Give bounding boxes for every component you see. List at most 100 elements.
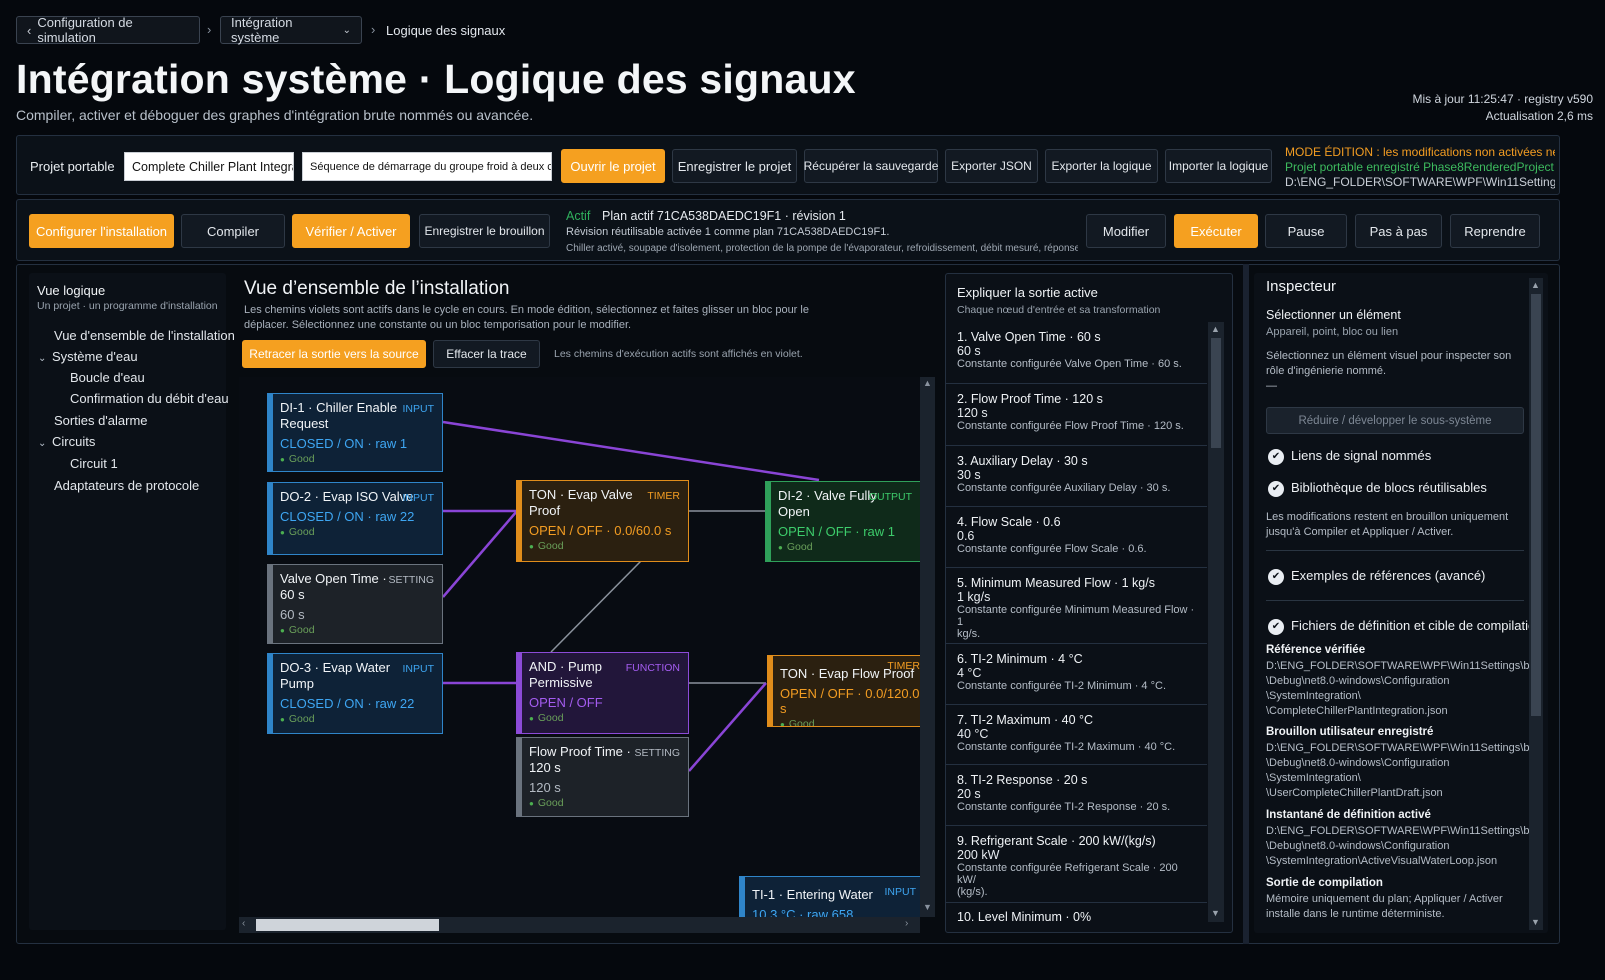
- canvas-vertical-scrollbar[interactable]: [920, 377, 935, 917]
- logic-canvas[interactable]: DI-1 · Chiller Enable Request INPUT CLOS…: [239, 377, 920, 917]
- sidebar-item-circuits[interactable]: ⌄ Circuits: [38, 434, 95, 449]
- scroll-left-arrow-icon[interactable]: ‹: [242, 918, 245, 929]
- configure-plant-button[interactable]: Configurer l'installation: [29, 214, 174, 248]
- node-do2-evap-iso-valve[interactable]: DO-2 · Evap ISO Valve INPUT CLOSED / ON …: [267, 482, 443, 555]
- node-title: Proof: [529, 503, 561, 518]
- reference-examples-toggle[interactable]: ✔ Exemples de références (avancé): [1268, 568, 1485, 585]
- sidebar-item-alarm-outputs[interactable]: Sorties d'alarme: [54, 413, 148, 428]
- panel-splitter[interactable]: [1243, 264, 1249, 944]
- node-type: INPUT: [884, 886, 917, 898]
- scroll-down-arrow-icon[interactable]: ▼: [1531, 917, 1540, 927]
- explain-item[interactable]: 2. Flow Proof Time · 120 s 120 s Constan…: [945, 384, 1207, 446]
- node-do3-evap-water-pump[interactable]: DO-3 · Evap Water Pump INPUT CLOSED / ON…: [267, 653, 443, 734]
- inspector-scroll-thumb[interactable]: [1531, 294, 1541, 716]
- import-logic-button[interactable]: Importer la logique: [1165, 149, 1272, 183]
- page-title: Intégration système · Logique des signau…: [16, 56, 856, 102]
- clear-trace-button[interactable]: Effacer la trace: [433, 340, 540, 368]
- node-quality: Good: [280, 526, 442, 538]
- node-ton-evap-valve-proof[interactable]: TON · Evap Valve Proof TIMER OPEN / OFF …: [516, 480, 689, 562]
- explain-item[interactable]: 4. Flow Scale · 0.6 0.6 Constante config…: [945, 507, 1207, 568]
- scroll-right-arrow-icon[interactable]: ›: [905, 918, 908, 929]
- integration-dropdown-label: Intégration système: [231, 15, 293, 45]
- explain-item-title: 10. Level Minimum · 0%: [957, 910, 1092, 924]
- explain-scroll-thumb[interactable]: [1211, 338, 1221, 448]
- horizontal-scroll-thumb[interactable]: [256, 919, 439, 931]
- modify-button[interactable]: Modifier: [1086, 214, 1166, 248]
- explain-item-desc: Constante configurée Flow Proof Time · 1…: [957, 420, 1184, 432]
- chevron-down-icon: ⌄: [38, 353, 47, 364]
- explain-item-desc: Constante configurée Valve Open Time · 6…: [957, 358, 1182, 370]
- node-di1-chiller-enable[interactable]: DI-1 · Chiller Enable Request INPUT CLOS…: [267, 393, 443, 472]
- integration-dropdown[interactable]: Intégration système ⌄: [220, 15, 362, 45]
- node-valve-open-time[interactable]: Valve Open Time · 60 s SETTING 60 s Good: [267, 564, 443, 644]
- scroll-down-arrow-icon[interactable]: ▼: [923, 902, 932, 912]
- node-type: INPUT: [402, 492, 435, 504]
- breadcrumb-current: Logique des signaux: [386, 23, 506, 38]
- node-flow-proof-time[interactable]: Flow Proof Time · 120 s SETTING 120 s Go…: [516, 737, 689, 817]
- empty-value-dash: —: [1266, 380, 1277, 392]
- save-project-button[interactable]: Enregistrer le projet: [672, 149, 797, 183]
- explain-item[interactable]: 9. Refrigerant Scale · 200 kW/(kg/s) 200…: [945, 826, 1207, 903]
- sidebar-item-water-system[interactable]: ⌄ Système d'eau: [38, 349, 138, 364]
- block-library-toggle[interactable]: ✔ Bibliothèque de blocs réutilisables: [1268, 480, 1487, 497]
- sequence-name-field[interactable]: Séquence de démarrage du groupe froid à …: [302, 152, 552, 181]
- back-button-label: Configuration de simulation: [37, 15, 133, 45]
- node-value: CLOSED / ON · raw 22: [280, 509, 415, 524]
- verify-activate-button[interactable]: Vérifier / Activer: [292, 214, 410, 248]
- node-di2-valve-fully-open[interactable]: DI-2 · Valve Fully Open OUTPUT OPEN / OF…: [765, 481, 920, 562]
- path-line: D:\ENG_FOLDER\SOFTWARE\WPF\Win11Settings…: [1266, 742, 1539, 754]
- recover-backup-button[interactable]: Récupérer la sauvegarde: [804, 149, 938, 183]
- node-ton-evap-flow-proof[interactable]: TON · Evap Flow Proof TIMER OPEN / OFF ·…: [767, 655, 920, 727]
- node-quality: Good: [529, 712, 688, 724]
- explain-item[interactable]: 8. TI-2 Response · 20 s 20 s Constante c…: [945, 765, 1207, 826]
- node-ti1-entering-water[interactable]: TI-1 · Entering Water INPUT 10.3 °C · ra…: [739, 876, 920, 917]
- sidebar-item-circuit-1[interactable]: Circuit 1: [70, 456, 118, 471]
- sidebar-item-protocol-adapters[interactable]: Adaptateurs de protocole: [54, 478, 199, 493]
- save-draft-button[interactable]: Enregistrer le brouillon: [419, 214, 550, 248]
- node-quality: Good: [280, 453, 442, 465]
- explain-item-value: 20 s: [957, 787, 981, 801]
- explain-item-value: 30 s: [957, 468, 981, 482]
- explain-item-desc: kg/s.: [957, 628, 981, 640]
- export-json-button[interactable]: Exporter JSON: [945, 149, 1038, 183]
- draft-note: Les modifications restent en brouillon u…: [1266, 510, 1528, 540]
- named-links-label: Liens de signal nommés: [1291, 448, 1432, 463]
- explain-item[interactable]: 1. Valve Open Time · 60 s 60 s Constante…: [945, 322, 1207, 384]
- compile-button[interactable]: Compiler: [181, 214, 285, 248]
- explain-item[interactable]: 10. Level Minimum · 0%: [945, 903, 1207, 932]
- draft-note-line: jusqu'à Compiler et Appliquer / Activer.: [1266, 526, 1454, 538]
- explain-item-value: 4 °C: [957, 666, 982, 680]
- named-links-toggle[interactable]: ✔ Liens de signal nommés: [1268, 448, 1431, 465]
- explain-item[interactable]: 3. Auxiliary Delay · 30 s 30 s Constante…: [945, 446, 1207, 507]
- explain-item[interactable]: 7. TI-2 Maximum · 40 °C 40 °C Constante …: [945, 705, 1207, 765]
- scroll-up-arrow-icon[interactable]: ▲: [1211, 324, 1220, 334]
- explain-item[interactable]: 6. TI-2 Minimum · 4 °C 4 °C Constante co…: [945, 644, 1207, 705]
- back-button[interactable]: ‹ Configuration de simulation: [16, 15, 200, 45]
- pause-button[interactable]: Pause: [1265, 214, 1347, 248]
- node-type: SETTING: [388, 574, 434, 586]
- project-name-field[interactable]: Complete Chiller Plant Integra: [124, 152, 294, 181]
- step-button[interactable]: Pas à pas: [1355, 214, 1442, 248]
- sidebar-item-plant-overview[interactable]: Vue d'ensemble de l'installation: [54, 328, 235, 343]
- scroll-down-arrow-icon[interactable]: ▼: [1211, 908, 1220, 918]
- scroll-up-arrow-icon[interactable]: ▲: [923, 378, 932, 388]
- sidebar-item-flow-confirmation[interactable]: Confirmation du débit d'eau: [70, 391, 229, 406]
- scroll-up-arrow-icon[interactable]: ▲: [1531, 280, 1540, 290]
- sidebar-item-label: Système d'eau: [52, 349, 138, 364]
- resume-button[interactable]: Reprendre: [1450, 214, 1540, 248]
- open-project-button[interactable]: Ouvrir le projet: [561, 149, 665, 183]
- collapse-subsystem-button[interactable]: Réduire / développer le sous-système: [1266, 407, 1524, 434]
- edit-mode-warning: MODE ÉDITION : les modifications non act…: [1285, 145, 1555, 159]
- divider: [1266, 600, 1524, 601]
- node-and-pump-permissive[interactable]: AND · Pump Permissive FUNCTION OPEN / OF…: [516, 652, 689, 734]
- plan-summary-note: Chiller activé, soupape d'isolement, pro…: [566, 243, 1078, 254]
- trace-output-button[interactable]: Retracer la sortie vers la source: [242, 340, 426, 368]
- node-quality: Good: [280, 624, 442, 636]
- explain-item[interactable]: 5. Minimum Measured Flow · 1 kg/s 1 kg/s…: [945, 568, 1207, 644]
- run-button[interactable]: Exécuter: [1174, 214, 1258, 248]
- sidebar-item-water-loop[interactable]: Boucle d'eau: [70, 370, 145, 385]
- export-logic-button[interactable]: Exporter la logique: [1045, 149, 1158, 183]
- compile-output-heading: Sortie de compilation: [1266, 877, 1383, 889]
- definition-files-toggle[interactable]: ✔ Fichiers de définition et cible de comp…: [1268, 618, 1542, 635]
- draft-note-line: Les modifications restent en brouillon u…: [1266, 511, 1509, 523]
